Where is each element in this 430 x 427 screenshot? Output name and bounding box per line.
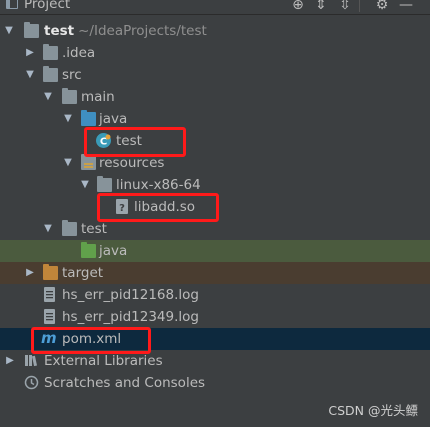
folder-icon [43, 66, 58, 82]
tree-node-label: resources [99, 155, 165, 171]
tree-node-project-root[interactable]: ▼ test ~/IdeaProjects/test [0, 20, 430, 42]
chevron-down-icon[interactable]: ▼ [62, 152, 74, 174]
expand-all-icon[interactable]: ⇕ [313, 0, 329, 13]
excluded-folder-icon [43, 264, 58, 280]
tree-node-label: Scratches and Consoles [44, 375, 206, 391]
tree-node-label: External Libraries [44, 353, 163, 369]
chevron-down-icon[interactable]: ▼ [42, 86, 54, 108]
tree-node-log-file[interactable]: hs_err_pid12349.log [0, 306, 430, 328]
tree-node-label: linux-x86-64 [116, 177, 201, 193]
watermark: CSDN @光头鳔 [328, 403, 418, 418]
highlight-box [97, 193, 219, 222]
folder-icon [62, 220, 77, 236]
chevron-down-icon[interactable]: ▼ [24, 64, 36, 86]
resources-folder-icon [81, 154, 96, 170]
project-view-title[interactable]: Project [24, 0, 70, 12]
text-file-icon [44, 309, 55, 324]
tree-node-test-java[interactable]: java [0, 240, 430, 262]
gear-icon[interactable]: ⚙ [374, 0, 390, 13]
tree-node-label: main [81, 89, 115, 105]
tree-node-label: test [44, 23, 75, 39]
tree-node-label: hs_err_pid12349.log [62, 309, 199, 325]
locate-icon[interactable]: ⊕ [290, 0, 306, 13]
chevron-right-icon[interactable]: ▶ [24, 262, 36, 284]
highlight-box [84, 127, 186, 157]
tree-node-resources[interactable]: ▼ resources [0, 152, 430, 174]
tree-node-label: java [99, 111, 128, 127]
text-file-icon [44, 287, 55, 302]
hide-icon[interactable]: — [398, 0, 414, 13]
chevron-down-icon[interactable]: ▼ [3, 20, 15, 42]
chevron-down-icon[interactable]: ▼ [79, 174, 91, 196]
collapse-all-icon[interactable]: ⇳ [337, 0, 353, 13]
chevron-right-icon[interactable]: ▶ [4, 350, 16, 372]
tree-node-label: test [81, 221, 107, 237]
tree-node-path-hint: ~/IdeaProjects/test [78, 23, 207, 39]
project-view-icon [6, 0, 18, 9]
tree-node-test-class[interactable]: C test [0, 130, 430, 152]
scratches-icon [24, 375, 39, 390]
tree-node-label: src [62, 67, 82, 83]
tree-node-target[interactable]: ▶ target [0, 262, 430, 284]
tree-node-label: target [62, 265, 104, 281]
folder-icon [62, 88, 77, 104]
tree-node-main[interactable]: ▼ main [0, 86, 430, 108]
chevron-down-icon[interactable]: ▼ [42, 218, 54, 240]
tree-node-scratches[interactable]: Scratches and Consoles [0, 372, 430, 394]
tree-node-log-file[interactable]: hs_err_pid12168.log [0, 284, 430, 306]
tree-node-label: java [99, 243, 128, 259]
chevron-down-icon[interactable]: ▼ [62, 108, 74, 130]
module-folder-icon [24, 22, 39, 38]
tree-node-label: hs_err_pid12168.log [62, 287, 199, 303]
tree-node-main-java[interactable]: ▼ java [0, 108, 430, 130]
test-source-folder-icon [81, 242, 96, 258]
toolbar-divider [359, 0, 360, 12]
library-icon [24, 353, 39, 368]
tree-node-idea[interactable]: ▶ .idea [0, 42, 430, 64]
tree-node-src[interactable]: ▼ src [0, 64, 430, 86]
highlight-box [31, 327, 151, 354]
source-root-folder-icon [81, 110, 96, 126]
project-tool-window-header: Project ⊕ ⇕ ⇳ ⚙ — [0, 0, 430, 15]
folder-icon [97, 176, 112, 192]
chevron-right-icon[interactable]: ▶ [24, 42, 36, 64]
folder-icon [43, 44, 58, 60]
tree-node-label: .idea [62, 45, 96, 61]
